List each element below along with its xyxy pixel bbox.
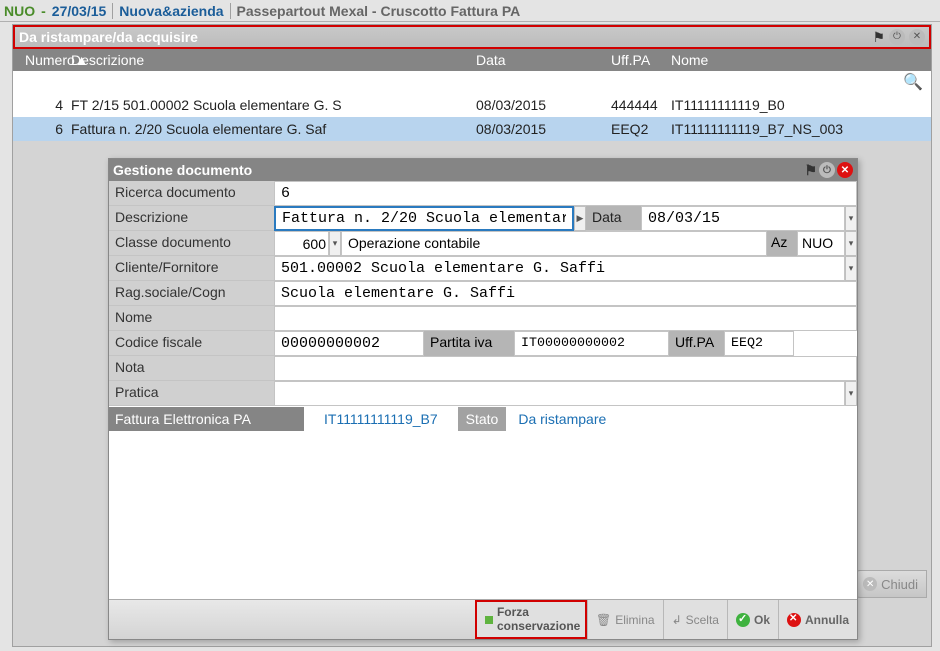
table-row[interactable]: 4 FT 2/15 501.00002 Scuola elementare G.…: [13, 93, 931, 117]
enter-icon: ↲: [672, 613, 682, 627]
label-cliente: Cliente/Fornitore: [109, 256, 274, 281]
ok-button[interactable]: Ok: [727, 600, 778, 639]
piva-input[interactable]: [514, 331, 669, 356]
cliente-input[interactable]: [274, 256, 845, 281]
square-icon: [485, 616, 493, 624]
label-stato: Stato: [458, 407, 507, 431]
cf-input[interactable]: [274, 331, 424, 356]
label-nota: Nota: [109, 356, 274, 381]
annulla-button[interactable]: Annulla: [778, 600, 857, 639]
classe-desc: Operazione contabile: [341, 231, 767, 256]
status-label: NUO: [4, 3, 35, 19]
cancel-icon: [787, 613, 801, 627]
date-label: 27/03/15: [52, 3, 107, 19]
close-icon[interactable]: ✕: [909, 29, 925, 45]
label-data: Data: [586, 206, 641, 231]
table-row-selected[interactable]: 6 Fattura n. 2/20 Scuola elementare G. S…: [13, 117, 931, 141]
descrizione-input[interactable]: [274, 206, 574, 231]
table-header: Numero▲ Descrizione Data Uff.PA Nome: [13, 49, 931, 71]
scelta-button[interactable]: ↲ Scelta: [663, 600, 727, 639]
nota-input[interactable]: [274, 356, 857, 381]
stato-value: Da ristampare: [506, 407, 618, 431]
label-piva: Partita iva: [424, 331, 514, 356]
data-input[interactable]: [641, 206, 845, 231]
chevron-down-icon[interactable]: ▾: [845, 231, 857, 256]
pin-icon[interactable]: ⚑: [804, 162, 817, 179]
chevron-down-icon[interactable]: ▾: [845, 256, 857, 281]
classe-num-input[interactable]: 600: [274, 231, 329, 256]
label-pratica: Pratica: [109, 381, 274, 406]
nome-input[interactable]: [274, 306, 857, 331]
label-uff: Uff.PA: [669, 331, 724, 356]
search-row: 🔍: [13, 71, 931, 93]
fe-value: IT11111111119_B7: [304, 407, 458, 431]
search-icon[interactable]: 🔍: [903, 72, 923, 92]
page-title: Passepartout Mexal - Cruscotto Fattura P…: [237, 3, 521, 19]
az-value[interactable]: NUO: [797, 231, 845, 256]
pratica-input[interactable]: [274, 381, 845, 406]
chevron-down-icon[interactable]: ▾: [845, 206, 857, 231]
dialog-toolbar: Forza conservazione 🗑 Elimina ↲ Scelta O…: [109, 599, 857, 639]
col-uff[interactable]: Uff.PA: [611, 52, 671, 68]
pin-icon[interactable]: ⚑: [872, 29, 885, 46]
col-nome[interactable]: Nome: [671, 52, 931, 68]
panel-reprint-header: Da ristampare/da acquisire ⚑ ⏻ ✕: [13, 25, 931, 49]
label-ricerca: Ricerca documento: [109, 181, 274, 206]
chiudi-button[interactable]: ✕ Chiudi: [854, 570, 927, 598]
col-numero[interactable]: Numero▲: [13, 52, 71, 68]
label-nome: Nome: [109, 306, 274, 331]
label-classe: Classe documento: [109, 231, 274, 256]
company-label: Nuova&azienda: [119, 3, 223, 19]
power-icon[interactable]: ⏻: [819, 162, 835, 178]
panel-gestione-header: Gestione documento ⚑ ⏻ ✕: [109, 159, 857, 181]
ragsoc-input[interactable]: [274, 281, 857, 306]
label-ragsoc: Rag.sociale/Cogn: [109, 281, 274, 306]
label-cf: Codice fiscale: [109, 331, 274, 356]
panel-reprint-title: Da ristampare/da acquisire: [19, 29, 198, 45]
uff-input[interactable]: [724, 331, 794, 356]
panel-gestione-title: Gestione documento: [113, 162, 252, 178]
forza-conservazione-button[interactable]: Forza conservazione: [475, 600, 587, 639]
col-descrizione[interactable]: Descrizione: [71, 52, 476, 68]
col-data[interactable]: Data: [476, 52, 611, 68]
breadcrumb: NUO - 27/03/15 Nuova&azienda Passepartou…: [0, 0, 940, 22]
close-icon[interactable]: ✕: [837, 162, 853, 178]
trash-icon: 🗑: [596, 613, 611, 627]
check-icon: [736, 613, 750, 627]
chevron-right-icon[interactable]: ▶: [574, 206, 586, 231]
label-az: Az: [767, 231, 797, 256]
ricerca-input[interactable]: [274, 181, 857, 206]
chevron-down-icon[interactable]: ▾: [329, 231, 341, 256]
label-descrizione: Descrizione: [109, 206, 274, 231]
elimina-button[interactable]: 🗑 Elimina: [587, 600, 663, 639]
power-icon[interactable]: ⏻: [889, 29, 905, 45]
chevron-down-icon[interactable]: ▾: [845, 381, 857, 406]
label-fe: Fattura Elettronica PA: [109, 407, 304, 431]
panel-gestione-documento: Gestione documento ⚑ ⏻ ✕ Ricerca documen…: [108, 158, 858, 640]
